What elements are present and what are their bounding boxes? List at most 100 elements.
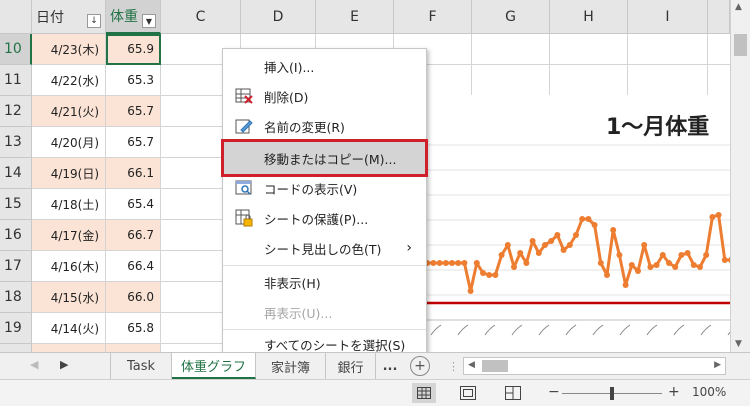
scroll-up-arrow[interactable]: ▲ [735,2,742,12]
scroll-thumb[interactable] [734,34,747,56]
column-header-g[interactable]: G [472,0,550,34]
weight-point [610,227,617,233]
weight-cell[interactable]: 65.4 [106,189,161,220]
weight-cell[interactable]: 66.1 [106,158,161,189]
weight-point [467,288,474,294]
zoom-level[interactable]: 100% [692,385,726,399]
menu-item-rename[interactable]: 名前の変更(R) [223,111,426,141]
row-header[interactable]: 11 [0,65,32,96]
column-header-j[interactable] [708,0,730,34]
menu-item-move-or-copy[interactable]: 移動またはコピー(M)... [223,143,426,173]
date-cell[interactable]: 4/17(金) [32,220,106,251]
weight-point [573,232,579,238]
x-tick-label [673,324,685,336]
zoom-in-button[interactable]: + [668,384,680,400]
weight-point [461,260,468,266]
menu-item-tab-color[interactable]: シート見出しの色(T) › [223,233,426,263]
row-header[interactable]: 13 [0,127,32,158]
weight-point [498,252,505,258]
weight-cell[interactable]: 65.3 [106,65,161,96]
select-all-corner[interactable] [0,0,32,34]
normal-view-icon[interactable] [412,383,436,403]
weight-point [616,252,623,258]
weight-point [579,216,586,222]
column-header-b[interactable]: 体重 ▼ [106,0,161,34]
weight-point [653,262,660,268]
zoom-out-button[interactable]: − [548,384,560,400]
column-header-i[interactable]: I [628,0,708,34]
row-header[interactable]: 14 [0,158,32,189]
weight-point [517,250,524,256]
zoom-slider-thumb[interactable] [610,387,614,400]
more-tabs-button[interactable]: ... [376,353,404,379]
protect-sheet-icon [235,209,253,227]
menu-item-protect-sheet[interactable]: シートの保護(P)... [223,203,426,233]
hscroll-right-arrow[interactable]: ▶ [714,360,721,370]
row-header[interactable]: 12 [0,96,32,127]
sheet-tab-household[interactable]: 家計簿 [256,353,326,379]
menu-item-unhide: 再表示(U)... [264,305,333,321]
weight-cell[interactable]: 66.0 [106,282,161,313]
tab-scroll-left-icon[interactable]: ◀ [30,358,38,371]
weight-cell[interactable]: 65.7 [106,96,161,127]
weight-point [591,222,598,228]
tab-scroll-right-icon[interactable]: ▶ [60,358,68,371]
weight-cell[interactable]: 65.9 [106,34,161,65]
vertical-scrollbar[interactable]: ▲ ▼ [730,0,750,352]
sheet-tab-task[interactable]: Task [110,353,172,379]
menu-item-hide[interactable]: 非表示(H) [223,267,426,297]
column-header-d[interactable]: D [241,0,316,34]
filter-dropdown-button[interactable]: ▼ [142,14,156,28]
filter-sort-button[interactable]: ↓ [87,14,101,28]
row-header[interactable]: 19 [0,313,32,344]
weight-point [628,262,635,268]
weight-cell[interactable]: 65.8 [106,313,161,344]
date-cell[interactable]: 4/20(月) [32,127,106,158]
menu-item-insert[interactable]: 挿入(I)... [223,51,426,81]
column-header-a[interactable]: 日付 ↓ [32,0,106,34]
hscroll-left-arrow[interactable]: ◀ [468,360,475,370]
view-code-icon [235,179,253,197]
weight-point [542,242,548,248]
date-cell[interactable]: 4/22(水) [32,65,106,96]
weight-point [511,264,517,270]
date-cell[interactable]: 4/19(日) [32,158,106,189]
add-sheet-button[interactable]: + [410,356,430,376]
scroll-down-arrow[interactable]: ▼ [735,339,742,349]
hscroll-thumb[interactable] [482,360,508,372]
column-header-e[interactable]: E [316,0,394,34]
weight-cell[interactable]: 66.4 [106,251,161,282]
horizontal-scrollbar[interactable]: ◀ ▶ [463,357,726,375]
weight-cell[interactable]: 66.7 [106,220,161,251]
column-header-c[interactable]: C [161,0,241,34]
x-tick-label [565,324,577,336]
weight-point [492,272,499,278]
date-cell[interactable]: 4/16(木) [32,251,106,282]
row-header[interactable]: 16 [0,220,32,251]
menu-item-view-code[interactable]: コードの表示(V) [223,173,426,203]
date-cell[interactable]: 4/23(木) [32,34,106,65]
menu-item-delete[interactable]: 削除(D) [223,81,426,111]
weight-cell[interactable]: 65.7 [106,127,161,158]
sheet-tab-weight-graph[interactable]: 体重グラフ [172,353,256,379]
column-header-f[interactable]: F [394,0,472,34]
date-cell[interactable]: 4/14(火) [32,313,106,344]
sheet-tab-bank[interactable]: 銀行 [326,353,376,379]
column-header-h[interactable]: H [550,0,628,34]
row-header[interactable]: 10 [0,34,32,65]
row-header[interactable]: 15 [0,189,32,220]
date-cell[interactable]: 4/21(火) [32,96,106,127]
zoom-slider[interactable] [562,387,662,400]
tab-splitter-handle[interactable]: ⋮ [448,360,459,373]
page-break-view-icon[interactable] [505,386,521,404]
weight-point [721,257,728,263]
date-cell[interactable]: 4/15(水) [32,282,106,313]
date-cell[interactable]: 4/18(土) [32,189,106,220]
weight-point [597,260,604,266]
weight-point [430,260,437,266]
row-header[interactable]: 18 [0,282,32,313]
row-header[interactable]: 17 [0,251,32,282]
weight-chart[interactable]: 1〜月体重 [420,95,731,352]
weight-point [690,262,697,268]
page-layout-view-icon[interactable] [460,386,476,404]
